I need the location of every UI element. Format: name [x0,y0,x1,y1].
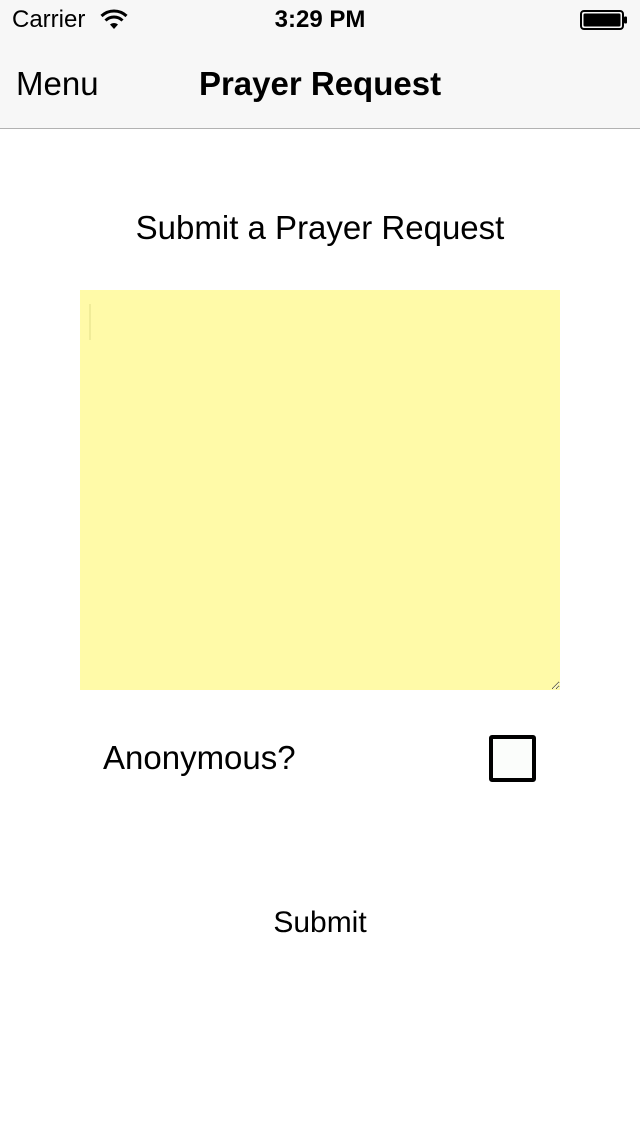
form-heading: Submit a Prayer Request [135,209,505,246]
battery-icon [580,10,627,30]
anonymous-label: Anonymous? [103,739,296,776]
status-time: 3:29 PM [274,6,366,33]
text-caret [89,304,91,340]
submit-button[interactable]: Submit [0,902,640,944]
prayer-request-textarea[interactable] [80,290,560,690]
anonymous-checkbox[interactable] [489,735,536,782]
page-title: Prayer Request [198,65,442,102]
status-bar: Carrier 3:29 PM [0,0,640,40]
navigation-bar: Menu Prayer Request [0,40,640,129]
